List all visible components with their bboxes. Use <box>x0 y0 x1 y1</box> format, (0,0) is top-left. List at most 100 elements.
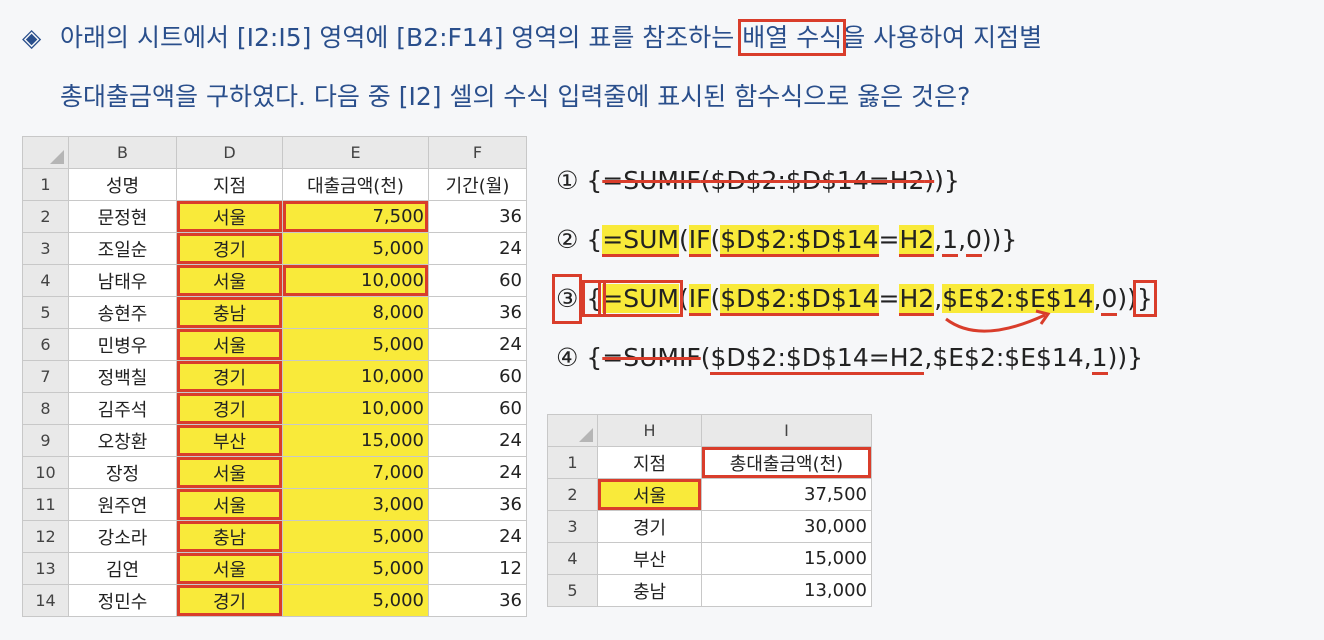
cell-period[interactable]: 36 <box>428 488 527 521</box>
cell-branch[interactable]: 부산 <box>176 424 283 457</box>
cell-period[interactable]: 60 <box>428 264 527 297</box>
column-header[interactable]: D <box>176 136 283 169</box>
cell-period[interactable]: 24 <box>428 328 527 361</box>
cell-name[interactable]: 정백칠 <box>68 360 177 393</box>
row-header[interactable]: 9 <box>22 424 69 457</box>
cell-branch[interactable]: 경기 <box>176 360 283 393</box>
row-header[interactable]: 1 <box>547 446 598 479</box>
cell-name[interactable]: 정민수 <box>68 584 177 617</box>
cell-period[interactable]: 60 <box>428 360 527 393</box>
cell-name[interactable]: 문정현 <box>68 200 177 233</box>
row-header[interactable]: 1 <box>22 168 69 201</box>
cell-total-loan[interactable]: 15,000 <box>701 542 872 575</box>
cell-period[interactable]: 24 <box>428 424 527 457</box>
cell-branch[interactable]: 서울 <box>176 456 283 489</box>
cell-period[interactable]: 12 <box>428 552 527 585</box>
cell-branch[interactable]: 서울 <box>176 200 283 233</box>
cell-branch[interactable]: 충남 <box>597 574 702 607</box>
cell-name[interactable]: 장정 <box>68 456 177 489</box>
cell-total-loan[interactable]: 37,500 <box>701 478 872 511</box>
row-header[interactable]: 8 <box>22 392 69 425</box>
cell-loan-amount[interactable]: 5,000 <box>282 552 429 585</box>
row-header[interactable]: 3 <box>22 232 69 265</box>
column-header[interactable]: H <box>597 414 702 447</box>
row-header[interactable]: 12 <box>22 520 69 553</box>
cell-branch[interactable]: 경기 <box>176 584 283 617</box>
cell-branch[interactable]: 경기 <box>176 232 283 265</box>
cell-loan-amount[interactable]: 7,500 <box>282 200 429 233</box>
cell-loan-amount[interactable]: 10,000 <box>282 264 429 297</box>
row-header[interactable]: 2 <box>547 478 598 511</box>
cell-period[interactable]: 24 <box>428 456 527 489</box>
cell-name[interactable]: 조일순 <box>68 232 177 265</box>
cell-name[interactable]: 김연 <box>68 552 177 585</box>
table-header-cell[interactable]: 총대출금액(천) <box>701 446 872 479</box>
cell-total-loan[interactable]: 30,000 <box>701 510 872 543</box>
row-header[interactable]: 7 <box>22 360 69 393</box>
cell-period[interactable]: 36 <box>428 584 527 617</box>
cell-branch[interactable]: 충남 <box>176 296 283 329</box>
cell-loan-amount[interactable]: 10,000 <box>282 392 429 425</box>
row-header[interactable]: 2 <box>22 200 69 233</box>
cell-loan-amount[interactable]: 10,000 <box>282 360 429 393</box>
cell-loan-amount[interactable]: 15,000 <box>282 424 429 457</box>
row-header[interactable]: 5 <box>547 574 598 607</box>
cell-loan-amount[interactable]: 5,000 <box>282 520 429 553</box>
cell-branch[interactable]: 경기 <box>597 510 702 543</box>
cell-branch[interactable]: 서울 <box>597 478 702 511</box>
column-header[interactable]: F <box>428 136 527 169</box>
cell-loan-amount[interactable]: 8,000 <box>282 296 429 329</box>
column-header[interactable]: I <box>701 414 872 447</box>
row-header[interactable]: 13 <box>22 552 69 585</box>
row-header[interactable]: 14 <box>22 584 69 617</box>
row-header[interactable]: 6 <box>22 328 69 361</box>
table-row: 8 김주석 경기 10,000 60 <box>22 392 527 425</box>
cell-branch[interactable]: 충남 <box>176 520 283 553</box>
cell-branch[interactable]: 서울 <box>176 328 283 361</box>
cell-loan-amount[interactable]: 7,000 <box>282 456 429 489</box>
cell-total-loan[interactable]: 13,000 <box>701 574 872 607</box>
cell-branch[interactable]: 서울 <box>176 488 283 521</box>
cell-loan-amount[interactable]: 3,000 <box>282 488 429 521</box>
cell-period[interactable]: 24 <box>428 520 527 553</box>
table-header-cell[interactable]: 지점 <box>597 446 702 479</box>
select-all-corner[interactable] <box>22 136 69 169</box>
cell-name[interactable]: 오창환 <box>68 424 177 457</box>
cell-branch[interactable]: 경기 <box>176 392 283 425</box>
cell-name[interactable]: 남태우 <box>68 264 177 297</box>
option-4[interactable]: ④ {=SUMIF($D$2:$D$14=H2,$E$2:$E$14,1))} <box>556 337 1153 396</box>
cell-branch[interactable]: 부산 <box>597 542 702 575</box>
column-header[interactable]: E <box>282 136 429 169</box>
row-header[interactable]: 5 <box>22 296 69 329</box>
table-header-cell[interactable]: 대출금액(천) <box>282 168 429 201</box>
option-2[interactable]: ② {=SUM(IF($D$2:$D$14=H2,1,0))} <box>556 219 1153 278</box>
cell-period[interactable]: 36 <box>428 296 527 329</box>
cell-period[interactable]: 24 <box>428 232 527 265</box>
cell-name[interactable]: 송현주 <box>68 296 177 329</box>
cell-branch[interactable]: 서울 <box>176 264 283 297</box>
row-header[interactable]: 4 <box>22 264 69 297</box>
row-header[interactable]: 3 <box>547 510 598 543</box>
source-sheet: B D E F 1 성명 지점 대출금액(천) 기간(월) 2 문정현 서울 7,500 36 3 조일순 경기… <box>22 136 527 617</box>
row-header[interactable]: 4 <box>547 542 598 575</box>
cell-name[interactable]: 강소라 <box>68 520 177 553</box>
cell-period[interactable]: 36 <box>428 200 527 233</box>
table-header-cell[interactable]: 기간(월) <box>428 168 527 201</box>
cell-name[interactable]: 김주석 <box>68 392 177 425</box>
table-header-cell[interactable]: 성명 <box>68 168 177 201</box>
cell-branch[interactable]: 서울 <box>176 552 283 585</box>
table-header-cell[interactable]: 지점 <box>176 168 283 201</box>
select-all-corner[interactable] <box>547 414 598 447</box>
row-header[interactable]: 10 <box>22 456 69 489</box>
cell-loan-amount[interactable]: 5,000 <box>282 328 429 361</box>
option-1[interactable]: ① {=SUMIF($D$2:$D$14=H2))} <box>556 160 1153 219</box>
table-row: 2 문정현 서울 7,500 36 <box>22 200 527 233</box>
table-row: 5 충남 13,000 <box>547 574 872 607</box>
cell-period[interactable]: 60 <box>428 392 527 425</box>
cell-loan-amount[interactable]: 5,000 <box>282 232 429 265</box>
row-header[interactable]: 11 <box>22 488 69 521</box>
cell-loan-amount[interactable]: 5,000 <box>282 584 429 617</box>
cell-name[interactable]: 민병우 <box>68 328 177 361</box>
column-header[interactable]: B <box>68 136 177 169</box>
cell-name[interactable]: 원주연 <box>68 488 177 521</box>
